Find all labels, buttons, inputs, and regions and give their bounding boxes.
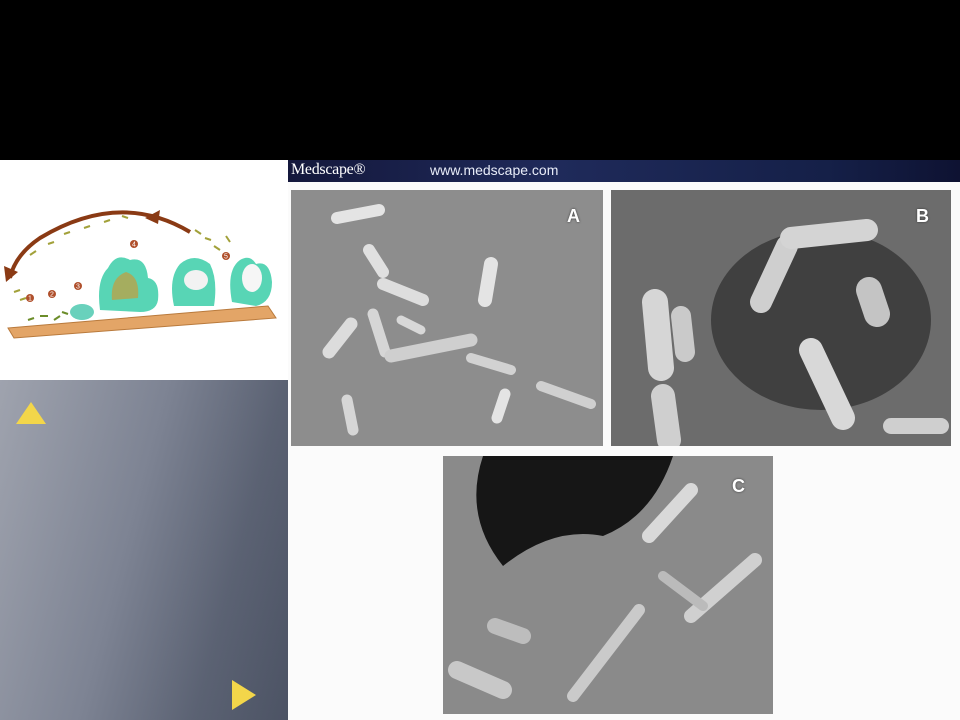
- attached-cells: [27, 311, 69, 321]
- panel-label-b: B: [916, 206, 929, 226]
- panel-label-c: C: [732, 476, 745, 496]
- sem-figure: Medscape® www.medscape.com A B C: [288, 160, 960, 720]
- triangle-right-icon[interactable]: [230, 678, 258, 712]
- mature-biofilm: [99, 257, 159, 312]
- biofilm-lifecycle-diagram: 1 2 3 4 5: [0, 160, 288, 380]
- sem-panel-a: A: [291, 190, 603, 446]
- figure-header-bar: Medscape® www.medscape.com: [288, 160, 960, 182]
- panel-label-a: A: [567, 206, 580, 226]
- mature-biofilm-2: [172, 258, 216, 306]
- microcolony: [70, 304, 94, 320]
- stage-1-label: 1: [28, 296, 32, 303]
- dispersal-stage: [230, 257, 272, 306]
- slide-title-area: [0, 0, 960, 160]
- stage-3-label: 3: [76, 284, 80, 291]
- dispersal-arrow: [8, 210, 192, 279]
- brand-logo-text: Medscape®: [291, 161, 366, 178]
- navigation-panel: [0, 380, 288, 720]
- biofilm-diagram-svg: 1 2 3 4 5: [4, 210, 277, 339]
- stage-5-label: 5: [224, 254, 228, 261]
- sem-image-b: [611, 190, 951, 446]
- stage-2-label: 2: [50, 292, 54, 299]
- sem-panel-b: B: [611, 190, 951, 446]
- sem-image-a: [322, 204, 596, 436]
- arrow-head-mid-icon: [145, 210, 160, 224]
- sem-image-c: [443, 456, 773, 714]
- site-url: www.medscape.com: [430, 162, 559, 178]
- sem-panel-c: C: [443, 456, 773, 714]
- stage-4-label: 4: [132, 242, 136, 249]
- triangle-up-icon[interactable]: [14, 400, 48, 426]
